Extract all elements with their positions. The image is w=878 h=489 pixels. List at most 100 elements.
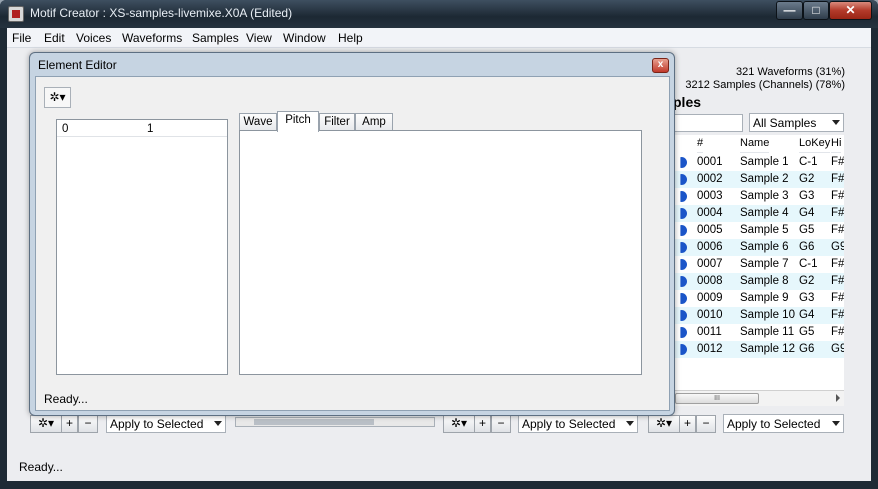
table-row[interactable]: 0009 Sample 9 G3 F# [673,290,844,307]
samples-table[interactable]: # Name LoKey Hi 0001 Sample 1 C-1 F# 0002 Sam… [673,135,844,390]
dialog-status-text: Ready... [44,392,88,406]
table-cell-name: Sample 3 [740,190,789,202]
add-button-middle[interactable]: + [474,415,491,433]
table-cell-name: Sample 9 [740,292,789,304]
table-row[interactable]: 0001 Sample 1 C-1 F# [673,154,844,171]
table-cell-lokey: G3 [799,292,815,304]
editor-gear-menu-button[interactable]: ✲▾ [44,87,71,108]
table-cell-num: 0002 [697,173,723,185]
sample-wave-icon [680,310,687,321]
menu-window[interactable]: Window [283,31,326,45]
menu-file[interactable]: File [12,31,31,45]
table-cell-lokey: G6 [799,241,815,253]
table-row[interactable]: 0003 Sample 3 G3 F# [673,188,844,205]
table-cell-lokey: G5 [799,224,815,236]
gear-menu-button-left[interactable]: ✲▾ [30,415,62,433]
remove-button-middle[interactable]: − [491,415,511,433]
table-row[interactable]: 0008 Sample 8 G2 F# [673,273,844,290]
title-bar[interactable]: Motif Creator : XS-samples-livemixe.X0A … [0,0,878,28]
element-list-column-0[interactable]: 0 [62,123,68,135]
table-cell-name: Sample 7 [740,258,789,270]
table-cell-num: 0001 [697,156,723,168]
add-button-right[interactable]: + [679,415,696,433]
window-title: Motif Creator : XS-samples-livemixe.X0A … [30,6,293,20]
table-cell-num: 0006 [697,241,723,253]
sample-wave-icon [680,225,687,236]
column-header-lokey[interactable]: LoKey [799,135,831,153]
table-cell-name: Sample 5 [740,224,789,236]
samples-search-input[interactable] [673,114,743,132]
minimize-button[interactable]: — [776,1,803,20]
column-header-name[interactable]: Name [740,135,770,153]
table-cell-lokey: G5 [799,326,815,338]
menu-samples[interactable]: Samples [192,31,239,45]
table-cell-num: 0003 [697,190,723,202]
dialog-title: Element Editor [38,58,117,72]
samples-usage: 3212 Samples (Channels) (78%) [685,79,845,91]
scroll-right-arrow-icon[interactable] [836,394,840,402]
slider-track[interactable] [235,417,435,427]
tab-pitch[interactable]: Pitch [277,111,319,132]
apply-select-left-value: Apply to Selected [110,417,204,431]
gear-menu-button-middle[interactable]: ✲▾ [443,415,475,433]
samples-horizontal-scrollbar[interactable]: III [673,390,844,406]
menu-view[interactable]: View [246,31,272,45]
column-header-hikey[interactable]: Hi [831,135,842,153]
remove-button-left[interactable]: − [78,415,98,433]
table-row[interactable]: 0004 Sample 4 G4 F# [673,205,844,222]
apply-select-middle[interactable]: Apply to Selected [518,414,638,433]
element-list-column-1[interactable]: 1 [147,123,153,135]
menu-waveforms[interactable]: Waveforms [122,31,182,45]
table-cell-hi: F# [831,326,844,338]
tab-filter[interactable]: Filter [319,113,355,131]
table-row[interactable]: 0012 Sample 12 G6 G9 [673,341,844,358]
apply-select-right[interactable]: Apply to Selected [723,414,844,433]
table-cell-hi: F# [831,275,844,287]
table-cell-hi: F# [831,207,844,219]
sample-wave-icon [680,293,687,304]
element-list[interactable]: 0 1 [56,119,228,375]
column-header-number[interactable]: # [697,135,704,153]
sample-wave-icon [680,259,687,270]
apply-select-left[interactable]: Apply to Selected [106,414,226,433]
main-status-text: Ready... [19,460,63,474]
close-button[interactable]: ✕ [829,1,872,20]
slider-knob[interactable] [254,419,374,425]
menu-voices[interactable]: Voices [76,31,111,45]
table-row[interactable]: 0007 Sample 7 C-1 F# [673,256,844,273]
add-button-left[interactable]: + [61,415,78,433]
menu-bar: File Edit Voices Waveforms Samples View … [7,28,871,48]
table-cell-name: Sample 1 [740,156,789,168]
remove-button-right[interactable]: − [696,415,716,433]
menu-edit[interactable]: Edit [44,31,65,45]
table-row[interactable]: 0002 Sample 2 G2 F# [673,171,844,188]
gear-menu-button-right[interactable]: ✲▾ [648,415,680,433]
table-cell-num: 0009 [697,292,723,304]
table-cell-lokey: G3 [799,190,815,202]
table-cell-hi: G9 [831,241,844,253]
dialog-close-button[interactable]: x [652,58,669,73]
menu-help[interactable]: Help [338,31,363,45]
tab-wave[interactable]: Wave [239,113,277,131]
app-icon [8,6,24,22]
table-cell-num: 0012 [697,343,723,355]
pitch-tab-panel [239,130,642,375]
table-cell-name: Sample 10 [740,309,795,321]
table-cell-name: Sample 2 [740,173,789,185]
table-cell-lokey: G2 [799,275,815,287]
table-row[interactable]: 0010 Sample 10 G4 F# [673,307,844,324]
table-cell-lokey: C-1 [799,156,818,168]
table-cell-num: 0010 [697,309,723,321]
samples-panel-title: ples [673,94,702,110]
tab-amp[interactable]: Amp [355,113,393,131]
table-row[interactable]: 0005 Sample 5 G5 F# [673,222,844,239]
table-row[interactable]: 0011 Sample 11 G5 F# [673,324,844,341]
table-row[interactable]: 0006 Sample 6 G6 G9 [673,239,844,256]
table-cell-lokey: G2 [799,173,815,185]
samples-filter-select[interactable]: All Samples [749,113,844,132]
scrollbar-thumb[interactable]: III [675,393,759,404]
maximize-button[interactable]: □ [803,1,829,20]
apply-select-right-value: Apply to Selected [727,417,821,431]
table-cell-lokey: G4 [799,207,815,219]
sample-wave-icon [680,191,687,202]
